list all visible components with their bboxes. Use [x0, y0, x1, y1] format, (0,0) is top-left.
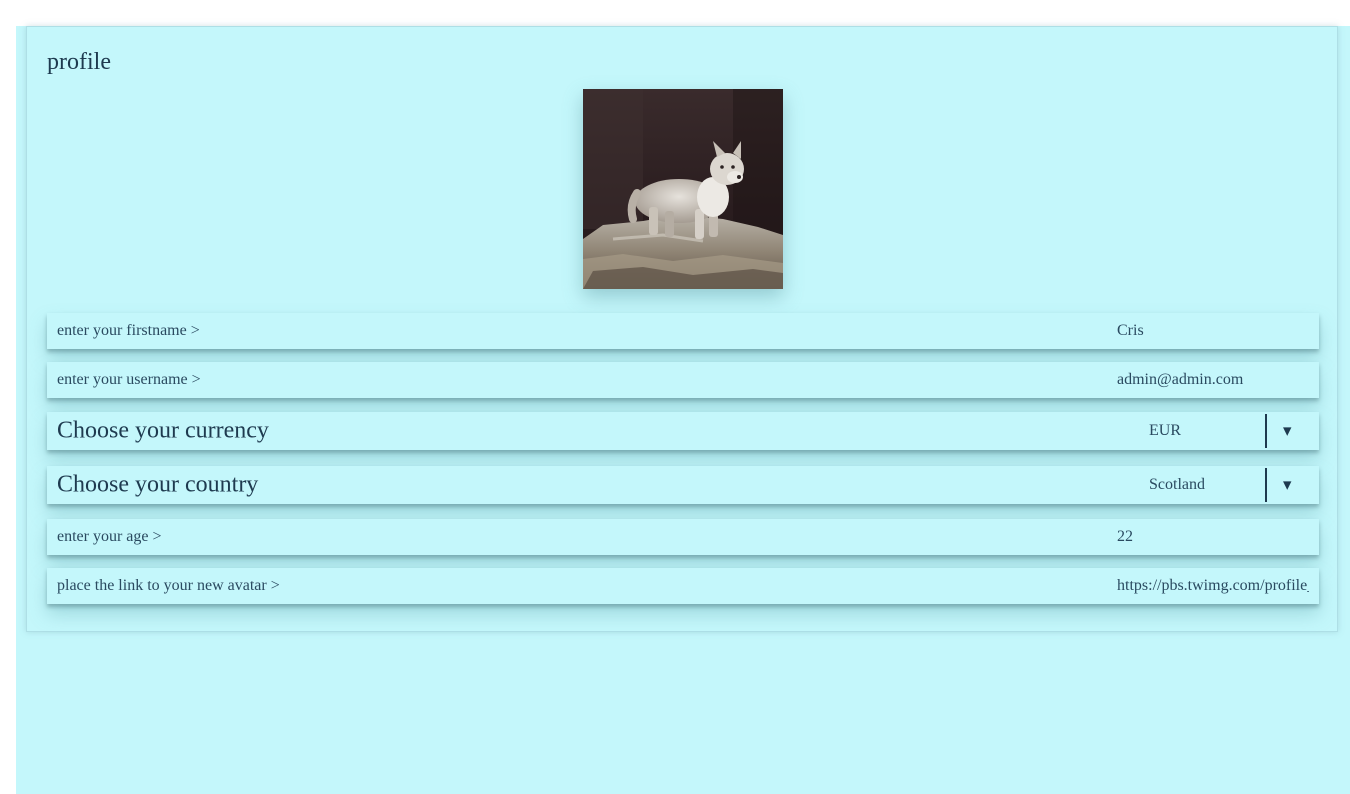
select-divider — [1265, 468, 1267, 502]
chevron-down-icon[interactable]: ▼ — [1283, 479, 1291, 492]
wolf-cub-picture — [583, 89, 783, 289]
profile-card: profile enter your firstname > Cris ente… — [26, 26, 1338, 632]
firstname-input[interactable] — [1117, 313, 1309, 349]
country-row: Choose your country Scotland ▼ — [47, 466, 1319, 504]
country-select[interactable]: Scotland ▼ — [1137, 466, 1319, 504]
avatar-image — [583, 89, 783, 289]
currency-selected-value: EUR — [1149, 422, 1181, 439]
age-row: enter your age > — [47, 519, 1319, 555]
avatar-link-row: place the link to your new avatar > — [47, 568, 1319, 604]
age-input[interactable] — [1117, 519, 1309, 555]
country-selected-value: Scotland — [1149, 476, 1205, 493]
select-divider — [1265, 414, 1267, 448]
currency-label: Choose your currency — [57, 417, 269, 444]
username-input[interactable] — [1117, 362, 1309, 398]
avatar-link-input[interactable] — [1117, 568, 1309, 604]
firstname-row: enter your firstname > — [47, 313, 1319, 349]
avatar-link-label: place the link to your new avatar > — [57, 577, 280, 594]
currency-row: Choose your currency EUR ▼ — [47, 412, 1319, 450]
age-label: enter your age > — [57, 528, 162, 545]
currency-select[interactable]: EUR ▼ — [1137, 412, 1319, 450]
country-label: Choose your country — [57, 471, 259, 498]
chevron-down-icon[interactable]: ▼ — [1283, 425, 1291, 438]
page-title: profile — [47, 49, 111, 75]
username-label: enter your username > — [57, 371, 201, 388]
username-row: enter your username > — [47, 362, 1319, 398]
firstname-label: enter your firstname > — [57, 322, 200, 339]
